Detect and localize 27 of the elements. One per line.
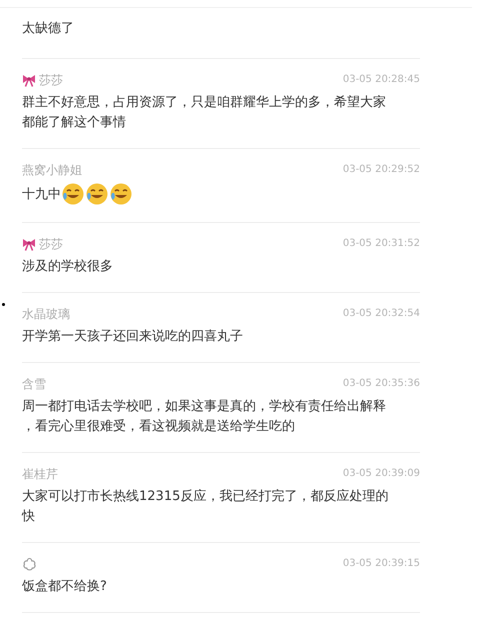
user-name[interactable]: 含雪 [22,374,46,394]
comment-text: 开学第一天孩子还回来说吃的四喜丸子 [22,328,244,346]
timestamp: 03-05 20:35:36 [342,377,420,391]
laughing-crying-emoji-icon [62,183,84,205]
comment-text: 太缺德了 [22,20,75,38]
timestamp: 03-05 20:31:52 [342,237,420,251]
comment-text: 十九中 [22,186,61,204]
comment-text: 群主不好意思，占用资源了，只是咱群耀华上学的多，希望大家都能了解这个事情 [22,94,387,132]
comment-text: 饭盒都不给换? [22,578,108,596]
user-name[interactable]: 水晶玻璃 [22,304,70,324]
timestamp: 03-05 20:39:09 [342,467,420,481]
user-name[interactable]: 莎莎 [39,70,63,90]
timestamp: 03-05 20:32:54 [342,307,420,321]
timestamp: 03-05 20:39:15 [342,557,420,571]
comment-text: 大家可以打市长热线12315反应，我已经打完了，都反应处理的快 [22,488,390,526]
user-name[interactable]: 燕窝小静姐 [22,160,82,180]
bow-icon [22,238,36,250]
comment-text: 周一都打电话去学校吧，如果这事是真的，学校有责任给出解释，看完心里很难受，看这视频就是送给学生吃的 [22,398,387,436]
user-name[interactable]: 崔桂芹 [22,464,58,484]
laughing-crying-emoji-icon [86,183,108,205]
timestamp: 03-05 20:28:45 [342,73,420,87]
bow-icon [22,74,36,86]
comment-text: 涉及的学校很多 [22,258,114,276]
timestamp: 03-05 20:29:52 [342,163,420,177]
laughing-crying-emoji-icon [110,183,132,205]
flower-icon [22,556,37,572]
user-name[interactable]: 莎莎 [39,234,63,254]
